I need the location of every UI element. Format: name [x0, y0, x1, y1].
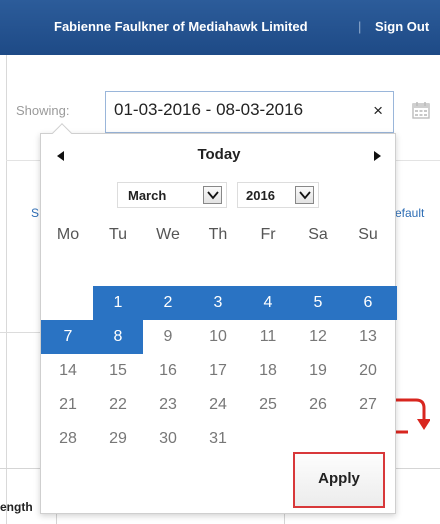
- calendar-day[interactable]: 20: [343, 354, 393, 388]
- account-name[interactable]: Fabienne Faulkner of Mediahawk Limited: [54, 19, 308, 34]
- calendar-day[interactable]: 8: [93, 320, 143, 354]
- today-button[interactable]: Today: [41, 146, 397, 163]
- weekday-header: Mo: [56, 226, 80, 243]
- calendar-day[interactable]: 5: [293, 286, 343, 320]
- background-link-fragment[interactable]: S: [31, 206, 39, 220]
- calendar-day[interactable]: 3: [193, 286, 243, 320]
- calendar-day[interactable]: 25: [243, 388, 293, 422]
- calendar-day[interactable]: 10: [193, 320, 243, 354]
- calendar-day[interactable]: 22: [93, 388, 143, 422]
- weekday-header: Th: [208, 226, 228, 243]
- calendar-day[interactable]: 26: [293, 388, 343, 422]
- calendar-day[interactable]: 23: [143, 388, 193, 422]
- apply-button[interactable]: Apply: [293, 452, 385, 508]
- arrow-right-icon[interactable]: [369, 148, 385, 164]
- calendar-day[interactable]: 29: [93, 422, 143, 456]
- weekday-header: We: [156, 226, 180, 243]
- weekday-header: Fr: [260, 226, 276, 243]
- calendar-day[interactable]: 7: [43, 320, 93, 354]
- month-select-value: March: [128, 188, 167, 203]
- calendar-day[interactable]: 11: [243, 320, 293, 354]
- section-divider: [396, 160, 440, 161]
- flow-arrow-icon: [396, 398, 430, 434]
- calendar-day[interactable]: 19: [293, 354, 343, 388]
- apply-button-label: Apply: [318, 469, 360, 487]
- table-header-fragment: ength: [0, 500, 33, 514]
- date-range-input[interactable]: 01-03-2016 - 08-03-2016 ×: [105, 91, 394, 133]
- chevron-down-icon[interactable]: [203, 186, 222, 204]
- calendar-day[interactable]: 2: [143, 286, 193, 320]
- calendar-day[interactable]: 17: [193, 354, 243, 388]
- calendar-day[interactable]: 31: [193, 422, 243, 456]
- calendar-day[interactable]: 12: [293, 320, 343, 354]
- showing-label: Showing:: [16, 103, 70, 118]
- calendar-day[interactable]: 6: [343, 286, 393, 320]
- calendar-day[interactable]: 4: [243, 286, 293, 320]
- calendar-icon[interactable]: [412, 101, 430, 119]
- calendar-day[interactable]: 21: [43, 388, 93, 422]
- calendar-day[interactable]: 13: [343, 320, 393, 354]
- calendar-day[interactable]: 30: [143, 422, 193, 456]
- close-icon[interactable]: ×: [373, 101, 383, 121]
- weekday-header: Tu: [108, 226, 128, 243]
- date-picker-popup: Today March 2016 Mo Tu We Th Fr Sa Su 12…: [40, 123, 397, 514]
- weekday-header: Sa: [308, 226, 328, 243]
- month-select[interactable]: March: [117, 182, 227, 208]
- calendar-day[interactable]: 24: [193, 388, 243, 422]
- calendar-day[interactable]: 15: [93, 354, 143, 388]
- calendar-day[interactable]: 28: [43, 422, 93, 456]
- calendar-day[interactable]: 9: [143, 320, 193, 354]
- background-panel: [0, 332, 44, 482]
- section-divider: [6, 160, 40, 161]
- year-select[interactable]: 2016: [237, 182, 319, 208]
- top-bar: Fabienne Faulkner of Mediahawk Limited |…: [0, 0, 440, 55]
- date-range-value: 01-03-2016 - 08-03-2016: [114, 100, 304, 119]
- background-link-fragment[interactable]: efault: [395, 206, 424, 220]
- calendar-day[interactable]: 1: [93, 286, 143, 320]
- calendar-day[interactable]: 27: [343, 388, 393, 422]
- popup-caret: [52, 123, 72, 143]
- chevron-down-icon[interactable]: [295, 186, 314, 204]
- weekday-header: Su: [358, 226, 378, 243]
- header-separator: |: [358, 19, 362, 34]
- calendar-day[interactable]: 14: [43, 354, 93, 388]
- calendar-day[interactable]: 16: [143, 354, 193, 388]
- year-select-value: 2016: [246, 188, 275, 203]
- calendar-day[interactable]: 18: [243, 354, 293, 388]
- sign-out-link[interactable]: Sign Out: [375, 19, 429, 34]
